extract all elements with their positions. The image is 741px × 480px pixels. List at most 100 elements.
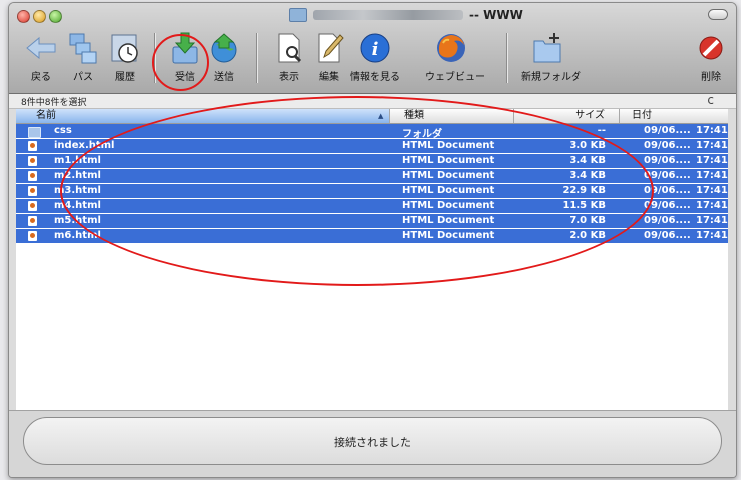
file-name: css [54, 125, 72, 136]
upload-globe-icon [207, 31, 241, 65]
file-row[interactable]: index.html HTML Document 3.0 KB 09/06...… [16, 139, 728, 154]
file-row[interactable]: m5.html HTML Document 7.0 KB 09/06.... 1… [16, 214, 728, 229]
html-file-icon [28, 141, 37, 151]
info-icon: i [358, 31, 392, 65]
connection-status-panel: 接続されました [23, 417, 722, 465]
file-size: 3.4 KB [569, 170, 606, 181]
file-row[interactable]: css フォルダ -- 09/06.... 17:41 [16, 124, 728, 140]
file-time: 17:41 [696, 185, 728, 196]
download-icon [168, 31, 202, 65]
zoom-window-button[interactable] [49, 10, 62, 23]
selection-count: 8件中8件を選択 [21, 98, 87, 108]
file-row[interactable]: m6.html HTML Document 2.0 KB 09/06.... 1… [16, 229, 728, 244]
file-list: css フォルダ -- 09/06.... 17:41 index.html H… [16, 124, 728, 410]
close-window-button[interactable] [17, 10, 30, 23]
file-date: 09/06.... [644, 215, 691, 226]
web-view-button[interactable]: ウェブビュー [425, 27, 485, 91]
column-size-label: サイズ [575, 110, 605, 121]
folder-icon [28, 127, 41, 138]
history-label: 履歴 [115, 72, 135, 83]
html-file-icon [28, 156, 37, 166]
web-view-label: ウェブビュー [425, 72, 485, 83]
file-kind: HTML Document [402, 200, 495, 211]
toolbar-separator [256, 33, 258, 83]
file-row[interactable]: m2.html HTML Document 3.4 KB 09/06.... 1… [16, 169, 728, 184]
file-kind: HTML Document [402, 215, 495, 226]
html-file-icon [28, 201, 37, 211]
file-kind: HTML Document [402, 230, 495, 241]
file-time: 17:41 [696, 155, 728, 166]
html-file-icon [28, 171, 37, 181]
file-name: m4.html [54, 200, 101, 211]
column-date-header[interactable]: 日付 [619, 109, 728, 123]
new-folder-label: 新規フォルダ [521, 72, 581, 83]
column-name-header[interactable]: 名前 ▲ [16, 109, 389, 123]
file-date: 09/06.... [644, 170, 691, 181]
get-info-button[interactable]: i 情報を見る [349, 27, 401, 91]
file-row[interactable]: m4.html HTML Document 11.5 KB 09/06.... … [16, 199, 728, 214]
delete-label: 削除 [701, 72, 721, 83]
file-size: 22.9 KB [562, 185, 606, 196]
file-date: 09/06.... [644, 125, 691, 136]
title-bar: -- WWW 戻る パス 履歴 受信 送信 表示 編集 i 情報を見る ウェブビ… [9, 3, 736, 94]
delete-button[interactable]: 削除 [685, 27, 736, 91]
file-date: 09/06.... [644, 200, 691, 211]
file-size: 3.0 KB [569, 140, 606, 151]
upload-button[interactable]: 送信 [198, 27, 250, 91]
connection-status-text: 接続されました [334, 436, 411, 449]
window-title: -- WWW [289, 7, 523, 23]
file-date: 09/06.... [644, 185, 691, 196]
column-kind-label: 種類 [404, 110, 424, 121]
blurred-title-text [313, 10, 463, 20]
file-row[interactable]: m1.html HTML Document 3.4 KB 09/06.... 1… [16, 154, 728, 169]
delete-icon [694, 31, 728, 65]
file-time: 17:41 [696, 125, 728, 136]
new-folder-button[interactable]: 新規フォルダ [521, 27, 581, 91]
html-file-icon [28, 186, 37, 196]
file-time: 17:41 [696, 230, 728, 241]
file-name: index.html [54, 140, 115, 151]
edit-pencil-icon [312, 31, 346, 65]
ftp-window: -- WWW 戻る パス 履歴 受信 送信 表示 編集 i 情報を見る ウェブビ… [8, 2, 737, 478]
column-header: 名前 ▲ 種類 サイズ 日付 [16, 109, 728, 124]
html-file-icon [28, 216, 37, 226]
edit-button[interactable]: 編集 [303, 27, 355, 91]
file-row[interactable]: m3.html HTML Document 22.9 KB 09/06.... … [16, 184, 728, 199]
file-time: 17:41 [696, 140, 728, 151]
connection-status-bar: 接続されました [9, 410, 736, 477]
file-time: 17:41 [696, 170, 728, 181]
file-name: m6.html [54, 230, 101, 241]
file-kind: フォルダ [402, 129, 442, 140]
history-button[interactable]: 履歴 [99, 27, 151, 91]
file-kind: HTML Document [402, 140, 495, 151]
file-size: 3.4 KB [569, 155, 606, 166]
file-size: 11.5 KB [562, 200, 606, 211]
minimize-window-button[interactable] [33, 10, 46, 23]
column-size-header[interactable]: サイズ [513, 109, 619, 123]
file-size: 2.0 KB [569, 230, 606, 241]
toolbar-separator [506, 33, 508, 83]
file-name: m1.html [54, 155, 101, 166]
file-kind: HTML Document [402, 185, 495, 196]
file-date: 09/06.... [644, 140, 691, 151]
new-folder-icon [530, 31, 564, 65]
svg-text:i: i [372, 39, 379, 60]
toolbar-toggle-button[interactable] [708, 9, 728, 20]
column-kind-header[interactable]: 種類 [389, 109, 513, 123]
refresh-icon[interactable]: c [707, 93, 714, 107]
get-info-label: 情報を見る [350, 72, 400, 83]
toolbar-separator [154, 33, 156, 83]
back-arrow-icon [24, 31, 58, 65]
edit-label: 編集 [319, 72, 339, 83]
html-file-icon [28, 231, 37, 241]
file-name: m3.html [54, 185, 101, 196]
path-folders-icon [66, 31, 100, 65]
upload-label: 送信 [214, 72, 234, 83]
file-size: -- [597, 125, 606, 136]
column-name-label: 名前 [36, 110, 56, 121]
window-title-suffix: -- WWW [469, 8, 523, 22]
column-date-label: 日付 [632, 110, 652, 121]
toolbar: 戻る パス 履歴 受信 送信 表示 編集 i 情報を見る ウェブビュー 新規フォ… [9, 25, 736, 91]
file-kind: HTML Document [402, 155, 495, 166]
file-date: 09/06.... [644, 155, 691, 166]
